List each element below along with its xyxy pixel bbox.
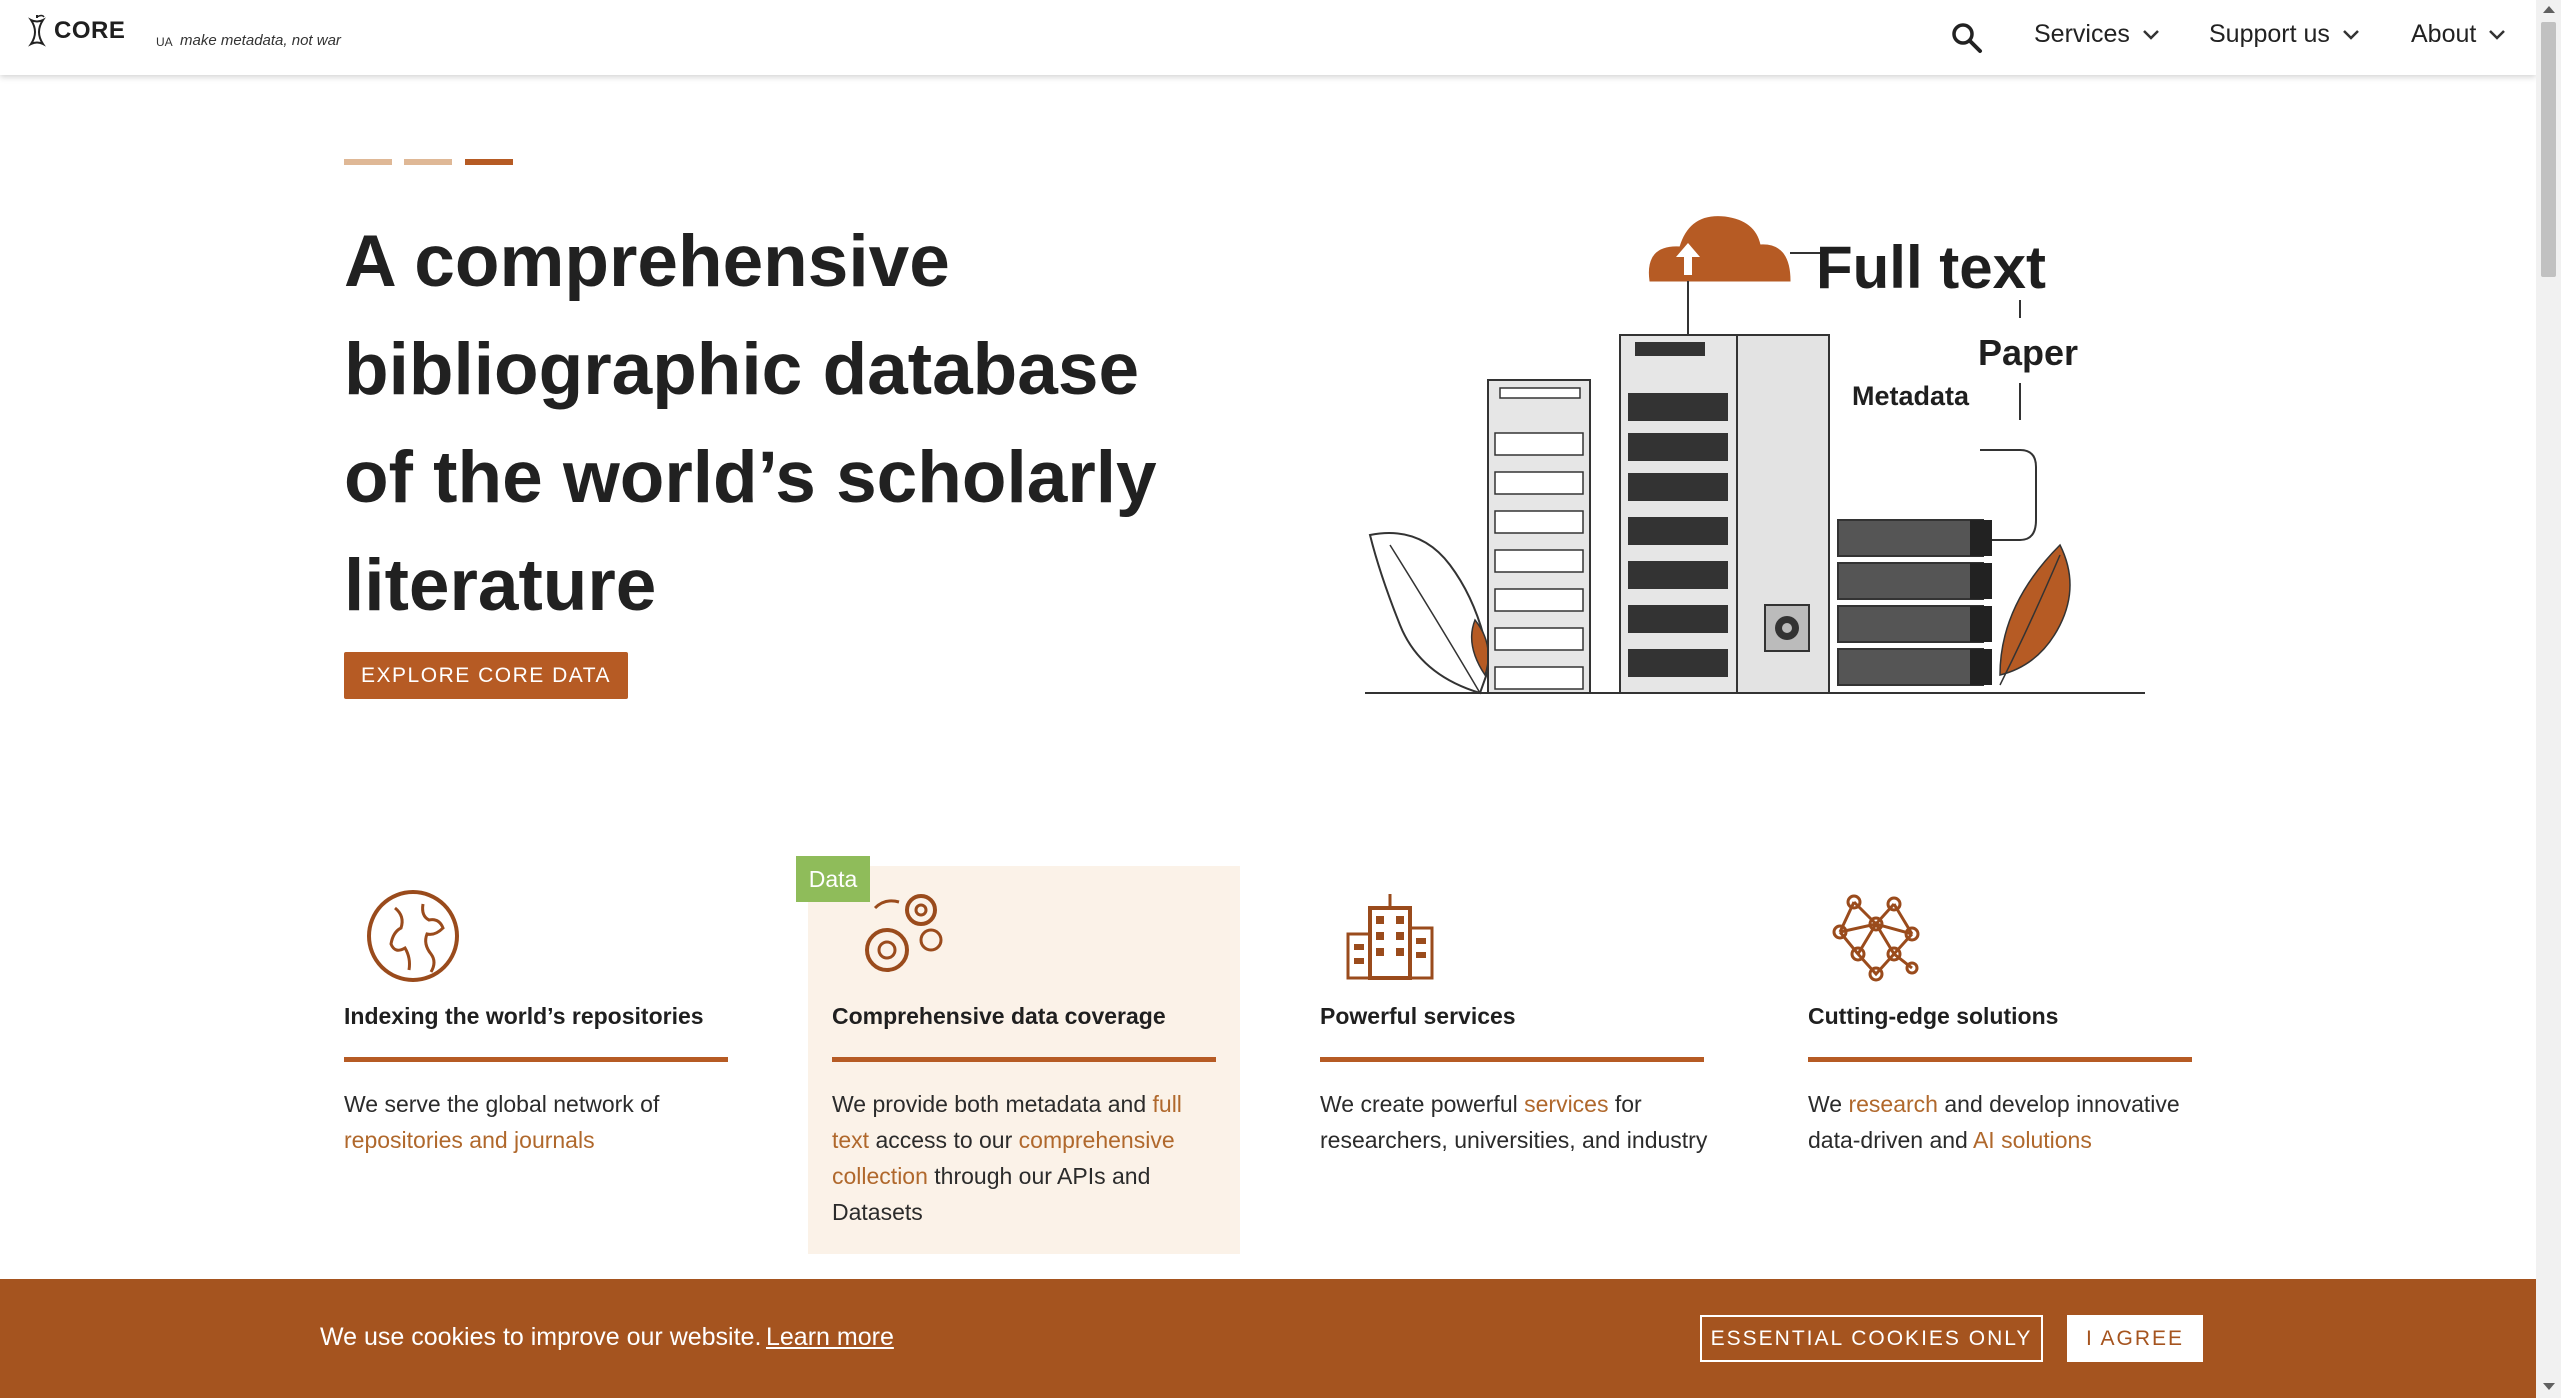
feature-text: We — [1808, 1091, 1849, 1117]
learn-more-link[interactable]: Learn more — [766, 1323, 894, 1352]
top-header: CORE UA make metadata, not war Services … — [0, 0, 2536, 75]
scrollbar-thumb[interactable] — [2541, 22, 2556, 277]
feature-title: Indexing the world’s repositories — [344, 1003, 704, 1029]
feature-text: We serve the global network of — [344, 1091, 660, 1117]
nav-services-label: Services — [2034, 20, 2130, 48]
feature-description: We create powerful services for research… — [1320, 1086, 1710, 1158]
carousel-indicator-1[interactable] — [344, 159, 392, 165]
nav-about-label: About — [2411, 20, 2477, 48]
gears-icon — [865, 894, 943, 972]
illustration-label-metadata: Metadata — [1852, 381, 1970, 411]
chevron-down-icon — [2489, 29, 2506, 40]
logo-text: CORE — [54, 17, 126, 44]
explore-core-data-button[interactable]: EXPLORE CORE DATA — [344, 652, 628, 699]
feature-title: Powerful services — [1320, 1003, 1516, 1029]
nav-services[interactable]: Services — [2034, 20, 2160, 49]
services-link[interactable]: services — [1524, 1091, 1608, 1117]
cookie-message: We use cookies to improve our website. — [320, 1323, 762, 1351]
carousel-indicator-2[interactable] — [404, 159, 452, 165]
repositories-journals-link[interactable]: repositories and journals — [344, 1127, 595, 1153]
carousel-indicator-3-active[interactable] — [465, 159, 513, 165]
hero-title: A comprehensive bibliographic database o… — [344, 221, 1157, 626]
neural-network-icon — [1832, 894, 1920, 982]
feature-title: Comprehensive data coverage — [832, 1003, 1166, 1029]
feature-description: We serve the global network of repositor… — [344, 1086, 734, 1158]
scroll-up-arrow-icon[interactable] — [2543, 6, 2555, 13]
feature-description: We provide both metadata and full text a… — [832, 1086, 1222, 1230]
search-icon[interactable] — [1949, 20, 1985, 56]
nav-support-us[interactable]: Support us — [2209, 20, 2360, 49]
nav-support-us-label: Support us — [2209, 20, 2330, 48]
chevron-down-icon — [2343, 29, 2359, 40]
feature-text: We provide both metadata and — [832, 1091, 1153, 1117]
feature-divider — [832, 1057, 1216, 1062]
ai-solutions-link[interactable]: AI solutions — [1973, 1127, 2092, 1153]
agree-button[interactable]: I AGREE — [2067, 1315, 2203, 1362]
globe-icon — [367, 890, 459, 982]
feature-divider — [1808, 1057, 2192, 1062]
illustration-label-paper: Paper — [1978, 332, 2079, 373]
apple-core-logo-icon — [28, 14, 46, 47]
server-illustration: Full text Paper Metadata — [1360, 205, 2150, 705]
feature-text: access to our — [869, 1127, 1019, 1153]
essential-cookies-button[interactable]: ESSENTIAL COOKIES ONLY — [1700, 1315, 2043, 1362]
feature-divider — [344, 1057, 728, 1062]
nav-about[interactable]: About — [2411, 20, 2506, 49]
scroll-down-arrow-icon[interactable] — [2543, 1383, 2555, 1390]
feature-title: Cutting-edge solutions — [1808, 1003, 2059, 1029]
illustration-label-full-text: Full text — [1816, 234, 2047, 301]
feature-description: We research and develop innovative data-… — [1808, 1086, 2198, 1158]
feature-text: We create powerful — [1320, 1091, 1525, 1117]
tagline: make metadata, not war — [180, 32, 341, 49]
feature-divider — [1320, 1057, 1704, 1062]
vertical-scrollbar[interactable] — [2536, 0, 2561, 1398]
language-label[interactable]: UA — [156, 35, 173, 49]
cookie-consent-bar: We use cookies to improve our website. L… — [0, 1279, 2536, 1398]
core-logo-link[interactable]: CORE — [26, 14, 125, 48]
buildings-icon — [1346, 894, 1434, 980]
chevron-down-icon — [2142, 29, 2159, 40]
research-link[interactable]: research — [1848, 1091, 1937, 1117]
